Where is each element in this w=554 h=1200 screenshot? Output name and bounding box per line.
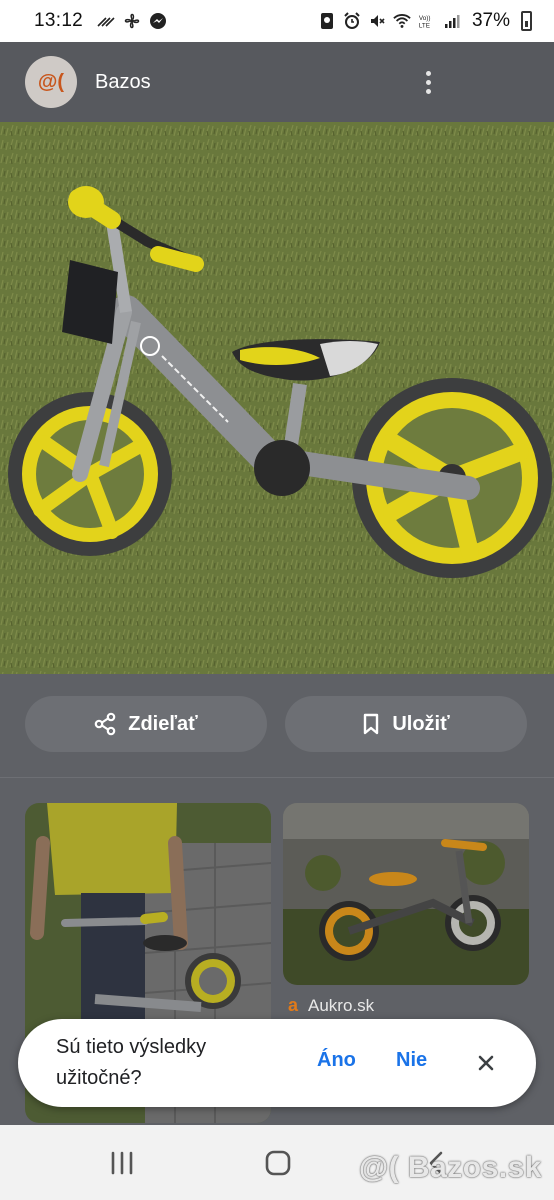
alarm-icon	[343, 12, 361, 30]
share-button[interactable]: Zdieľať	[25, 696, 267, 752]
result-source[interactable]: a Aukro.sk	[288, 995, 374, 1016]
status-time: 13:12	[34, 10, 84, 31]
aukro-favicon-icon: a	[288, 995, 299, 1015]
app-notification-icon	[318, 12, 336, 30]
action-row: Zdieľať Uložiť	[0, 674, 554, 778]
navigation-bar: @( Bazos.sk	[0, 1125, 554, 1200]
feedback-question: Sú tieto výsledky užitočné?	[56, 1036, 207, 1089]
save-button[interactable]: Uložiť	[285, 696, 527, 752]
svg-text:Vo)): Vo))	[419, 15, 431, 22]
save-label: Uložiť	[392, 712, 450, 735]
fan-icon	[123, 12, 141, 30]
battery-icon	[521, 11, 532, 31]
feedback-card: Sú tieto výsledky užitočné? Áno Nie	[18, 1019, 536, 1107]
site-name[interactable]: Bazos	[95, 71, 151, 94]
status-left-icons	[97, 12, 167, 30]
related-result-2[interactable]	[283, 803, 529, 985]
share-label: Zdieľať	[128, 712, 198, 735]
status-right-icons: Vo)) LTE 37%	[318, 10, 532, 32]
messenger-icon	[149, 12, 167, 30]
mute-icon	[368, 12, 386, 30]
app-header: @( Bazos	[0, 42, 554, 122]
svg-text:LTE: LTE	[419, 22, 430, 29]
recent-apps-icon[interactable]	[102, 1147, 142, 1179]
share-icon	[94, 712, 116, 736]
bazos-watermark: @( Bazos.sk	[358, 1151, 542, 1184]
site-logo[interactable]: @(	[25, 56, 77, 108]
feedback-no-button[interactable]: Nie	[396, 1049, 427, 1072]
wifi-icon	[393, 12, 411, 30]
source-label: Aukro.sk	[308, 995, 375, 1015]
signal-icon	[443, 12, 461, 30]
balance-bike-photo	[0, 122, 554, 674]
more-vert-icon[interactable]	[418, 62, 438, 102]
balance-bike-in-garden-image	[283, 803, 529, 985]
bookmark-icon	[364, 713, 379, 735]
status-bar: 13:12 Vo)) LTE 37%	[0, 0, 554, 42]
battery-percent: 37%	[471, 10, 510, 31]
main-image[interactable]	[0, 122, 554, 674]
close-icon[interactable]	[472, 1049, 500, 1077]
home-icon[interactable]	[258, 1147, 298, 1179]
data-saver-icon	[97, 12, 115, 30]
feedback-yes-button[interactable]: Áno	[317, 1049, 356, 1072]
volte-icon: Vo)) LTE	[418, 12, 436, 30]
